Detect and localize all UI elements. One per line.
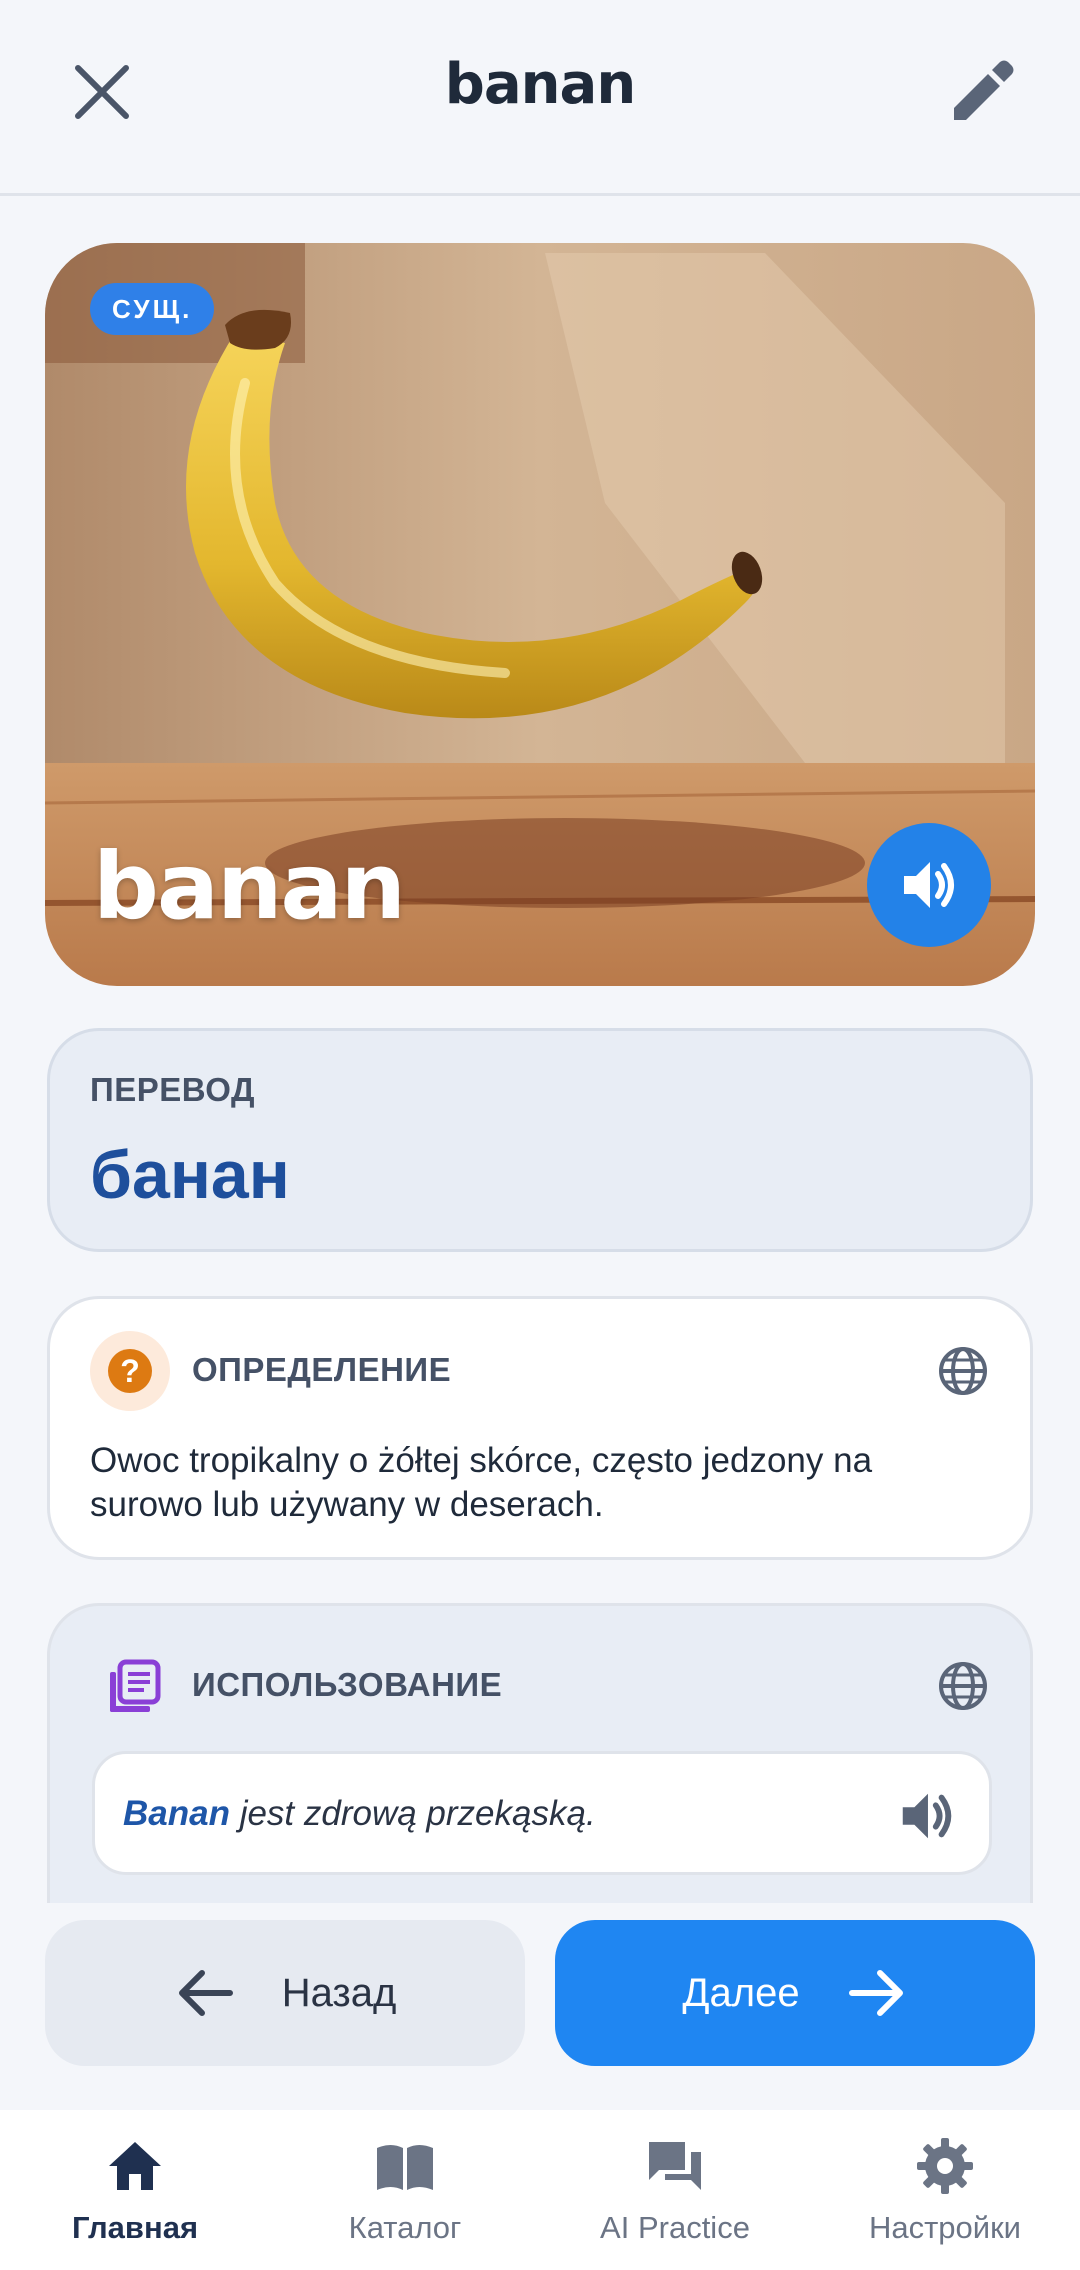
globe-icon[interactable] [936, 1344, 990, 1398]
tab-catalog-label: Каталог [348, 2210, 462, 2245]
page-title: banan [444, 52, 636, 117]
play-example-button[interactable] [895, 1784, 959, 1848]
definition-label: ОПРЕДЕЛЕНИЕ [192, 1351, 452, 1388]
play-pronunciation-button[interactable] [867, 823, 991, 947]
bottom-tab-bar: Главная Каталог AI Practice Настройки [0, 2110, 1080, 2270]
next-button-label: Далее [682, 1970, 800, 2015]
tab-catalog[interactable]: Каталог [270, 2134, 540, 2246]
usage-label: ИСПОЛЬЗОВАНИЕ [192, 1666, 503, 1703]
definition-text: Owoc tropikalny o żółtej skórce, często … [90, 1441, 873, 1524]
definition-card: ? ОПРЕДЕЛЕНИЕ Owoc tropikalny o żółtej s… [47, 1296, 1033, 1560]
tab-settings-label: Настройки [868, 2210, 1021, 2245]
usage-card: ИСПОЛЬЗОВАНИЕ Banan jest zdrową przekąsk… [47, 1603, 1033, 1903]
example-highlighted-word: Banan [123, 1794, 230, 1833]
tab-home-label: Главная [71, 2210, 199, 2245]
back-button-label: Назад [281, 1970, 397, 2015]
chat-icon [649, 2142, 701, 2190]
part-of-speech-badge: СУЩ. [90, 283, 215, 335]
home-icon [109, 2142, 161, 2190]
tab-ai-practice[interactable]: AI Practice [540, 2134, 810, 2246]
speaker-icon [902, 1793, 952, 1839]
globe-icon[interactable] [936, 1659, 990, 1713]
example-sentence: Banan jest zdrową przekąską. [123, 1794, 596, 1834]
example-sentence-rest: jest zdrową przekąską. [229, 1794, 596, 1833]
list-icon [110, 1659, 161, 1712]
top-app-bar: banan [0, 0, 1080, 196]
tab-settings[interactable]: Настройки [810, 2134, 1080, 2246]
book-icon [377, 2145, 433, 2190]
tab-ai-practice-label: AI Practice [600, 2210, 750, 2245]
question-icon: ? [90, 1331, 170, 1411]
translation-value: банан [90, 1137, 290, 1213]
arrow-left-icon [178, 1970, 233, 2016]
next-button[interactable]: Далее [555, 1920, 1035, 2066]
pencil-icon [954, 60, 1014, 120]
example-sentence-card: Banan jest zdrową przekąską. [92, 1751, 992, 1875]
translation-label: ПЕРЕВОД [90, 1071, 256, 1108]
gear-icon [917, 2138, 973, 2194]
tab-home[interactable]: Главная [0, 2134, 270, 2246]
arrow-right-icon [848, 1970, 903, 2016]
translation-card: ПЕРЕВОД банан [47, 1028, 1033, 1252]
hero-word: banan [93, 833, 406, 940]
edit-button[interactable] [942, 52, 1022, 132]
back-button[interactable]: Назад [45, 1920, 525, 2066]
speaker-icon [904, 862, 954, 908]
word-image-card: СУЩ. banan [45, 243, 1035, 986]
